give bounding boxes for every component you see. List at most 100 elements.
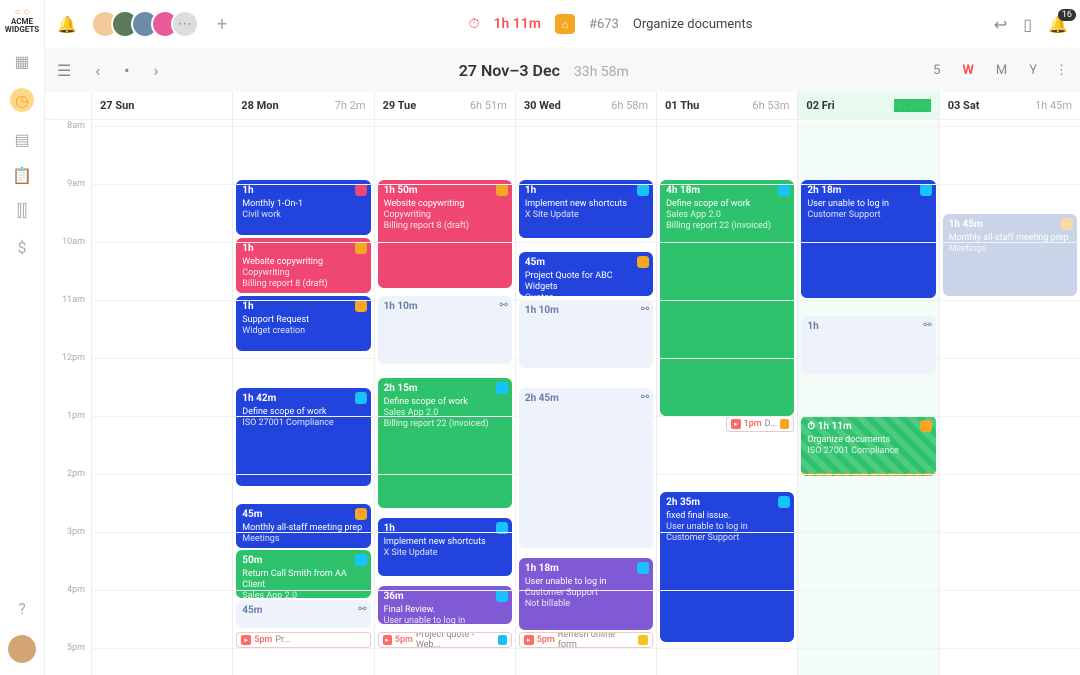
col-wed[interactable]: 1hImplement new shortcutsX Site Update 45… (515, 120, 656, 675)
calendar-event[interactable]: 2h 45m⚯ (519, 388, 653, 548)
day-header[interactable]: 03 Sat1h 45m (939, 92, 1080, 119)
event-tag-icon (778, 496, 790, 508)
calendar-event[interactable]: ⏱ 1h 11mOrganize documentsISO 27001 Comp… (801, 416, 935, 476)
calendar-event[interactable]: 1h⚯ (801, 316, 935, 374)
prev-icon[interactable]: ‹ (95, 61, 100, 80)
help-icon[interactable]: ? (13, 599, 31, 617)
nav-icon-reports[interactable]: ⫿⫿ (13, 202, 31, 220)
link-icon: ⚯ (641, 304, 649, 317)
nav-icon-projects[interactable]: ▤ (13, 130, 31, 148)
allday-event[interactable]: ▸5pm Refresh online form (519, 632, 653, 648)
calendar-event[interactable]: 2h 35mfixed final issue.User unable to l… (660, 492, 794, 642)
day-header-row: 27 Sun 28 Mon7h 2m 29 Tue6h 51m 30 Wed6h… (45, 92, 1080, 120)
date-range: 27 Nov–3 Dec (459, 61, 560, 80)
event-tag-icon (496, 590, 508, 602)
link-icon: ⚯ (923, 320, 931, 333)
view-month[interactable]: M (992, 61, 1011, 80)
more-icon[interactable]: ⋮ (1055, 63, 1068, 78)
col-tue[interactable]: 1h 50mWebsite copywritingCopywritingBill… (374, 120, 515, 675)
day-header[interactable]: 29 Tue6h 51m (374, 92, 515, 119)
calendar-event[interactable]: 1hImplement new shortcutsX Site Update (519, 180, 653, 238)
user-avatar[interactable] (8, 635, 36, 663)
nav-icon-dashboard[interactable]: ▦ (13, 52, 31, 70)
event-tag-icon (1061, 218, 1073, 230)
calendar-event[interactable]: 45mMonthly all-staff meeting prepMeeting… (236, 504, 370, 548)
allday-event[interactable]: ▸5pm Project quote - Web... (378, 632, 512, 648)
undo-icon[interactable]: ↩ (994, 15, 1007, 34)
nav-icon-timer[interactable]: ◷ (10, 88, 34, 112)
time-label: 3pm (67, 527, 85, 537)
event-tag-icon (637, 562, 649, 574)
event-tag-icon (496, 522, 508, 534)
day-header[interactable]: 27 Sun (91, 92, 232, 119)
time-label: 9am (67, 179, 85, 189)
task-id[interactable]: #673 (589, 17, 619, 32)
add-member-icon[interactable]: + (217, 14, 227, 35)
time-label: 5pm (67, 643, 85, 653)
calendar-event[interactable]: 45m⚯ (236, 600, 370, 628)
event-tag-icon (637, 256, 649, 268)
link-icon: ⚯ (499, 300, 507, 313)
col-mon[interactable]: 1hMonthly 1-On-1Civil work1hWebsite copy… (232, 120, 373, 675)
today-icon[interactable]: • (124, 61, 129, 80)
calendar-event[interactable]: 1hImplement new shortcutsX Site Update (378, 518, 512, 576)
calendar-event[interactable]: 1h 10m⚯ (378, 296, 512, 364)
calendar-event[interactable]: 1h 42mDefine scope of workISO 27001 Comp… (236, 388, 370, 486)
calendar-event[interactable]: 1h 18mUser unable to log inCustomer Supp… (519, 558, 653, 630)
active-timer[interactable]: 1h 11m (493, 16, 540, 32)
team-avatars[interactable]: ⋯ (91, 10, 199, 38)
calendar-event[interactable]: 1hSupport RequestWidget creation (236, 296, 370, 351)
calendar-event[interactable]: 1hWebsite copywritingCopywritingBilling … (236, 238, 370, 293)
bell-icon[interactable]: 🔔 (57, 15, 77, 34)
task-home-icon: ⌂ (555, 14, 575, 34)
view-week[interactable]: W (958, 61, 977, 80)
calendar-event[interactable]: 1h 50mWebsite copywritingCopywritingBill… (378, 180, 512, 288)
calendar-event[interactable]: 50mReturn Call Smith from AA ClientSales… (236, 550, 370, 598)
calendar-event[interactable]: 45mProject Quote for ABC WidgetsQuotes (519, 252, 653, 296)
nav-icon-clipboard[interactable]: 📋 (13, 166, 31, 184)
calendar-event[interactable]: 2h 18mUser unable to log inCustomer Supp… (801, 180, 935, 298)
event-tag-icon (355, 508, 367, 520)
time-label: 2pm (67, 469, 85, 479)
view-year[interactable]: Y (1025, 61, 1041, 80)
menu-icon[interactable]: ☰ (57, 61, 71, 80)
time-label: 4pm (67, 585, 85, 595)
notifications-icon[interactable]: 🔔16 (1048, 15, 1068, 34)
view-5[interactable]: 5 (929, 61, 944, 80)
week-total: 33h 58m (574, 64, 629, 80)
col-sun[interactable] (91, 120, 232, 675)
allday-event[interactable]: ▸1pm D... (726, 416, 794, 432)
event-tag-icon (778, 184, 790, 196)
day-header[interactable]: 30 Wed6h 58m (515, 92, 656, 119)
sidebar: ACME WIDGETS ▦ ◷ ▤ 📋 ⫿⫿ $ ? (0, 0, 45, 675)
nav-icon-billing[interactable]: $ (13, 238, 31, 256)
col-sat[interactable]: 1h 45mMonthly all-staff meeting prepMeet… (939, 120, 1080, 675)
bookmark-icon[interactable]: ▯ (1023, 15, 1032, 34)
calendar-event[interactable]: 2h 15mDefine scope of workSales App 2.0B… (378, 378, 512, 508)
event-tag-icon (355, 242, 367, 254)
calendar-event[interactable]: 36mFinal Review.User unable to log in (378, 586, 512, 624)
avatar-more[interactable]: ⋯ (171, 10, 199, 38)
calendar-toolbar: ☰ ‹ • › 27 Nov–3 Dec 33h 58m 5 W M Y ⋮ (45, 48, 1080, 92)
event-tag-icon (355, 300, 367, 312)
event-tag-icon (496, 382, 508, 394)
day-header[interactable]: 28 Mon7h 2m (232, 92, 373, 119)
calendar-event[interactable]: 1h 10m⚯ (519, 300, 653, 368)
event-tag-icon (355, 392, 367, 404)
col-thu[interactable]: 4h 18mDefine scope of workSales App 2.0B… (656, 120, 797, 675)
topbar: 🔔 ⋯ + ⏱ 1h 11m ⌂ #673 Organize documents… (45, 0, 1080, 48)
time-label: 1pm (67, 411, 85, 421)
event-tag-icon (920, 184, 932, 196)
calendar-event[interactable]: 4h 18mDefine scope of workSales App 2.0B… (660, 180, 794, 416)
allday-event[interactable]: ▸5pm Pr... (236, 632, 370, 648)
link-icon: ⚯ (641, 392, 649, 405)
calendar-event[interactable]: 1hMonthly 1-On-1Civil work (236, 180, 370, 235)
link-icon: ⚯ (358, 604, 366, 617)
day-header[interactable]: 02 Fri6h 28m (797, 92, 938, 119)
col-fri[interactable]: 2h 18mUser unable to log inCustomer Supp… (797, 120, 938, 675)
event-tag-icon (637, 184, 649, 196)
day-header[interactable]: 01 Thu6h 53m (656, 92, 797, 119)
calendar-event[interactable]: 1h 45mMonthly all-staff meeting prepMeet… (943, 214, 1077, 296)
event-tag-icon (355, 554, 367, 566)
task-name[interactable]: Organize documents (633, 17, 753, 32)
